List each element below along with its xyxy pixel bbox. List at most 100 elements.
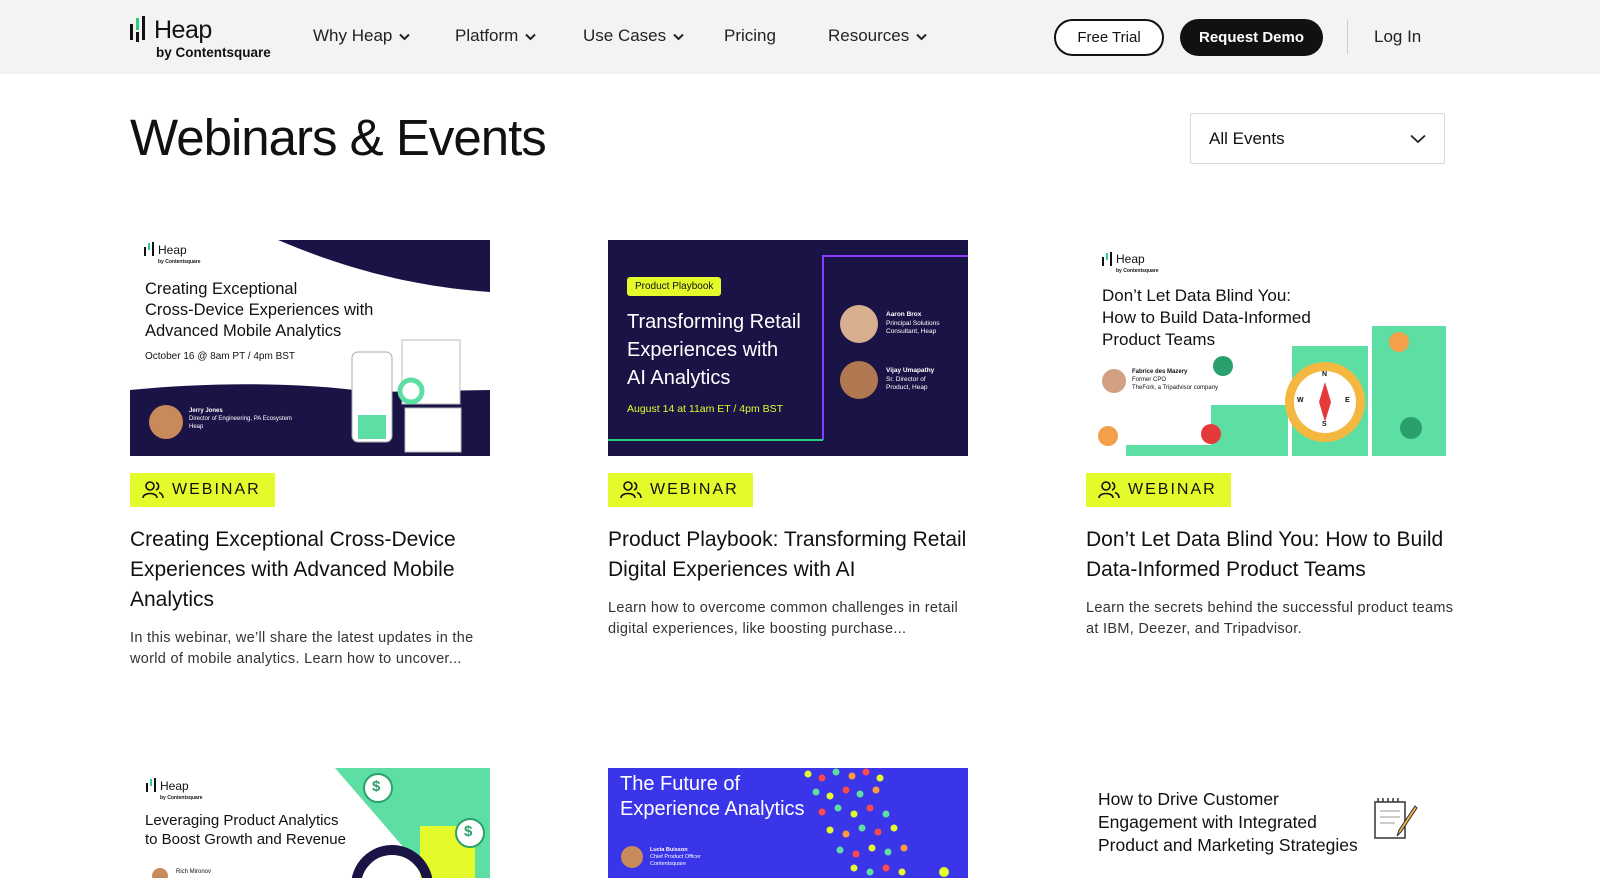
chevron-down-icon [916,33,927,41]
event-title[interactable]: Don’t Let Data Blind You: How to Build D… [1086,525,1446,585]
thumb-speaker-name: Fabrice des Mazery [1132,369,1188,375]
people-icon [1098,481,1120,499]
nav-use-cases-label: Use Cases [583,26,667,45]
heap-logo[interactable]: Heap by Contentsquare [130,14,280,64]
nav-why-heap[interactable]: Why Heap [313,26,411,46]
thumb-speaker-name: Aaron Brox [886,311,922,318]
thumb-speaker-company: Heap [189,424,204,430]
thumb-brand-sub: by Contentsquare [158,259,201,265]
event-thumbnail[interactable]: How to Drive Customer Engagement with In… [1086,768,1446,878]
thumb-headline: Transforming Retail [627,311,801,333]
thumb-speaker-role: Director of Engineering, PA Ecosystem [189,416,292,422]
thumb-speaker-name: Jerry Jones [189,408,223,414]
event-card[interactable]: $ $ Heap by Contentsquare Leveraging Pro… [130,768,490,878]
brand-name: Heap [154,16,212,44]
thumb-headline: Experience Analytics [620,798,805,820]
compass-north: N [1322,371,1328,378]
people-icon [620,481,642,499]
thumb-tag: Product Playbook [627,277,722,296]
thumb-speaker-role: Sr. Director of [886,376,926,383]
events-filter-select[interactable]: All Events [1190,113,1445,164]
badge-label: WEBINAR [650,481,739,498]
event-description: Learn how to overcome common challenges … [608,600,958,637]
heap-logo-icon [144,242,154,256]
free-trial-button[interactable]: Free Trial [1054,19,1164,56]
event-description: Learn the secrets behind the successful … [1086,600,1454,637]
top-nav: Heap by Contentsquare Why Heap Platform … [0,0,1600,74]
event-card[interactable]: How to Drive Customer Engagement with In… [1086,768,1446,878]
thumb-date: October 16 @ 8am PT / 4pm BST [145,351,296,362]
heap-logo-icon [146,778,156,792]
thumb-speaker-company: TheFork, a Tripadvisor company [1132,385,1219,391]
heap-logo-icon [130,16,145,42]
thumb-speaker-role: Product, Heap [886,384,928,391]
thumb-date: August 14 at 11am ET / 4pm BST [627,403,784,415]
event-thumbnail[interactable]: $ $ Heap by Contentsquare Leveraging Pro… [130,768,490,878]
webinar-badge: WEBINAR [1086,473,1231,507]
nav-resources-label: Resources [828,26,910,45]
event-card[interactable]: Heap by Contentsquare Don’t Let Data Bli… [1086,240,1453,680]
thumb-brand-sub: by Contentsquare [160,795,203,801]
thumb-headline: Product and Marketing Strategies [1098,835,1358,855]
event-card[interactable]: Heap by Contentsquare Creating Exception… [130,240,490,680]
thumb-headline: AI Analytics [627,367,731,389]
thumb-brand: Heap [160,779,189,793]
thumb-speaker-name: Vijay Umapathy [886,367,935,374]
page-title: Webinars & Events [130,109,547,166]
thumb-headline: Creating Exceptional [145,280,298,298]
chevron-down-icon [399,33,411,41]
brand-subtitle: by Contentsquare [156,45,271,60]
webinar-badge: WEBINAR [608,473,753,507]
thumb-speaker-role: Principal Solutions [886,320,940,327]
thumb-headline: How to Drive Customer [1098,789,1279,809]
thumb-headline: How to Build Data-Informed [1102,308,1311,327]
thumb-headline: Cross-Device Experiences with [145,301,374,319]
thumb-brand-sub: by Contentsquare [1116,268,1159,274]
thumb-headline: Engagement with Integrated [1098,812,1317,832]
compass-east: E [1345,397,1350,404]
event-title[interactable]: Creating Exceptional Cross-Device Experi… [130,525,490,615]
thumb-speaker-name: Lucia Buisson [650,847,688,853]
thumb-brand: Heap [158,243,187,257]
event-thumbnail[interactable]: Heap by Contentsquare Creating Exception… [130,240,490,456]
nav-why-heap-label: Why Heap [313,26,393,45]
nav-resources[interactable]: Resources [828,26,927,46]
notepad-icon [1374,798,1418,839]
nav-platform[interactable]: Platform [455,26,537,46]
chevron-down-icon [673,33,684,41]
thumb-headline: The Future of [620,773,741,795]
thumb-speaker-company: Contentsquare [650,861,687,867]
thumb-headline: Advanced Mobile Analytics [145,322,342,340]
event-thumbnail[interactable]: The Future of Experience Analytics Lucia… [608,768,968,878]
nav-pricing[interactable]: Pricing [724,26,776,46]
thumb-headline: to Boost Growth and Revenue [145,831,346,848]
chevron-down-icon [525,33,537,41]
webinar-badge: WEBINAR [130,473,275,507]
badge-label: WEBINAR [172,481,261,498]
badge-label: WEBINAR [1128,481,1217,498]
people-icon [142,481,164,499]
request-demo-button[interactable]: Request Demo [1180,19,1323,56]
thumb-brand: Heap [1116,252,1145,266]
nav-divider [1347,20,1348,54]
nav-platform-label: Platform [455,26,519,45]
thumb-speaker-role: Former CPO [1132,377,1167,383]
login-link[interactable]: Log In [1374,27,1421,47]
compass-west: W [1297,397,1304,404]
event-title[interactable]: Product Playbook: Transforming Retail Di… [608,525,968,585]
events-filter-value: All Events [1209,128,1285,148]
dollar-icon: $ [464,823,473,840]
nav-pricing-label: Pricing [724,26,776,45]
event-card[interactable]: Product Playbook Transforming Retail Exp… [608,240,968,680]
event-thumbnail[interactable]: Product Playbook Transforming Retail Exp… [608,240,968,456]
dollar-icon: $ [372,778,381,795]
heap-logo-icon [1102,252,1112,266]
thumb-speaker-name: Rich Mironov [176,869,212,875]
thumbnail-artwork [130,240,490,456]
thumb-speaker-role: Consultant, Heap [886,328,937,335]
nav-use-cases[interactable]: Use Cases [583,26,684,46]
event-thumbnail[interactable]: Heap by Contentsquare Don’t Let Data Bli… [1086,240,1446,456]
compass-south: S [1322,421,1327,428]
event-card[interactable]: The Future of Experience Analytics Lucia… [608,768,968,878]
thumb-headline: Product Teams [1102,330,1216,349]
